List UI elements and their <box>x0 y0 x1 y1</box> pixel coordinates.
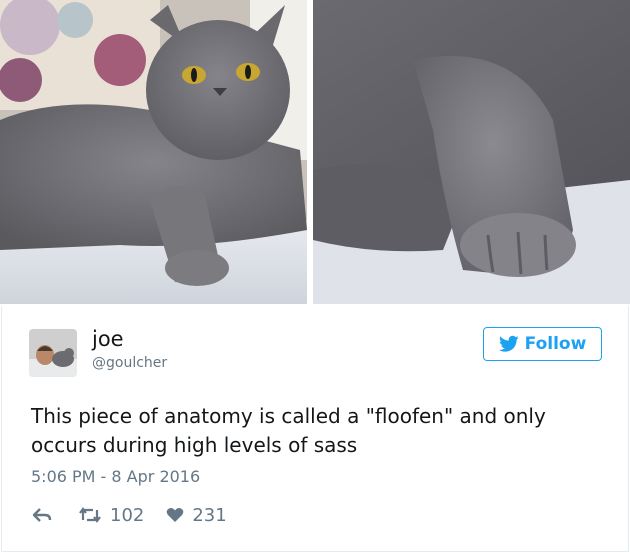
reply-button[interactable] <box>32 507 52 523</box>
user-avatar-image <box>29 329 77 377</box>
tweet-text: This piece of anatomy is called a "floof… <box>31 404 546 457</box>
cat-photo-left[interactable] <box>0 0 307 304</box>
cat-image-left <box>0 0 307 304</box>
user-name[interactable]: joe <box>92 326 124 352</box>
follow-label: Follow <box>524 334 587 354</box>
like-count: 231 <box>192 504 227 526</box>
heart-icon <box>167 508 184 522</box>
cat-image-right <box>313 0 630 304</box>
tweet-actions: 102 231 <box>32 504 227 526</box>
twitter-bird-icon <box>498 335 519 352</box>
retweet-button[interactable]: 102 <box>78 505 144 526</box>
follow-button[interactable]: Follow <box>483 327 602 361</box>
avatar[interactable] <box>29 329 77 377</box>
like-button[interactable]: 231 <box>166 504 227 526</box>
retweet-count: 102 <box>110 504 145 526</box>
tweet-card: joe @goulcher Follow This piece of anato… <box>1 306 629 552</box>
reply-icon <box>32 508 52 522</box>
retweet-icon <box>79 507 101 523</box>
tweet-timestamp[interactable]: 5:06 PM - 8 Apr 2016 <box>31 467 200 487</box>
cat-photo-right[interactable] <box>313 0 630 304</box>
user-handle[interactable]: @goulcher <box>92 354 167 372</box>
